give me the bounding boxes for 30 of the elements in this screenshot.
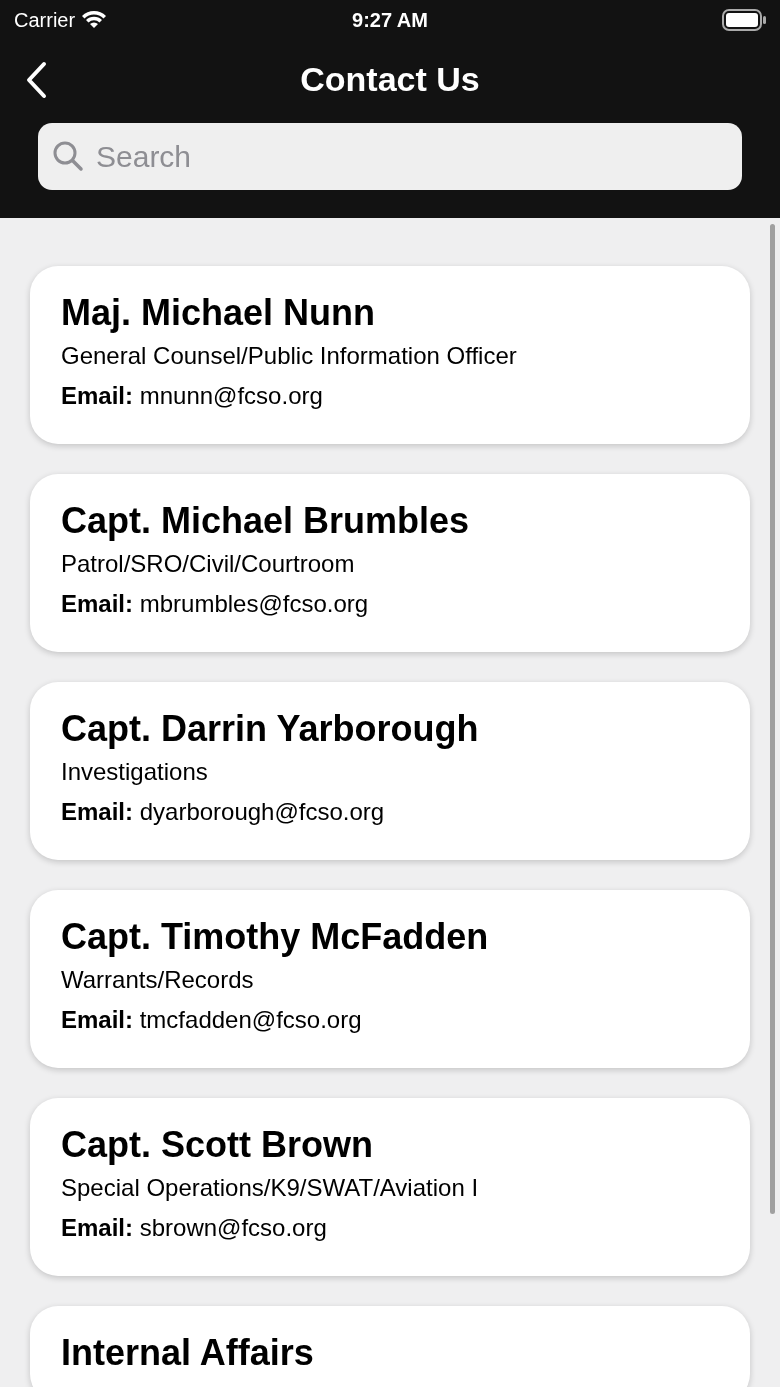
contact-card[interactable]: Capt. Darrin Yarborough Investigations Email: dyarborough@fcso.org (30, 682, 750, 860)
contact-name: Capt. Scott Brown (61, 1123, 374, 1167)
contact-role: Investigations (61, 757, 209, 787)
contact-card[interactable]: Capt. Scott Brown Special Operations/K9/SWAT/Aviation I Email: sbrown@fcso.org (30, 1098, 750, 1276)
back-chevron-icon (24, 61, 48, 99)
contact-email: Email: sbrown@fcso.org (61, 1213, 328, 1243)
contact-name: Capt. Timothy McFadden (61, 915, 490, 959)
contact-card[interactable]: Maj. Michael Nunn General Counsel/Public Information Officer Email: mnunn@fcso.org (30, 266, 750, 444)
contact-name: Capt. Michael Brumbles (61, 499, 471, 543)
contact-card[interactable]: Capt. Timothy McFadden Warrants/Records Email: tmcfadden@fcso.org (30, 890, 750, 1068)
contact-role: Warrants/Records (61, 965, 255, 995)
contact-name: Internal Affairs (61, 1331, 315, 1375)
contact-email: Email: dyarborough@fcso.org (61, 797, 386, 827)
contact-role: Patrol/SRO/Civil/Courtroom (61, 549, 356, 579)
contact-email: Email: tmcfadden@fcso.org (61, 1005, 363, 1035)
search-field[interactable]: Search (38, 123, 742, 190)
contact-card[interactable]: Internal Affairs (30, 1306, 750, 1387)
battery-icon (722, 9, 766, 31)
page-title: Contact Us (300, 58, 480, 100)
search-icon (52, 140, 84, 172)
wifi-icon (81, 10, 108, 30)
contact-role: Special Operations/K9/SWAT/Aviation I (61, 1173, 480, 1203)
contact-email: Email: mbrumbles@fcso.org (61, 589, 370, 619)
contact-email: Email: mnunn@fcso.org (61, 381, 324, 411)
carrier-label: Carrier (14, 8, 76, 33)
contact-name: Capt. Darrin Yarborough (61, 707, 480, 751)
contact-name: Maj. Michael Nunn (61, 291, 377, 335)
contact-card[interactable]: Capt. Michael Brumbles Patrol/SRO/Civil/Courtroom Email: mbrumbles@fcso.org (30, 474, 750, 652)
clock-time: 9:27 AM (352, 8, 428, 33)
contact-role: General Counsel/Public Information Officer (61, 341, 518, 371)
